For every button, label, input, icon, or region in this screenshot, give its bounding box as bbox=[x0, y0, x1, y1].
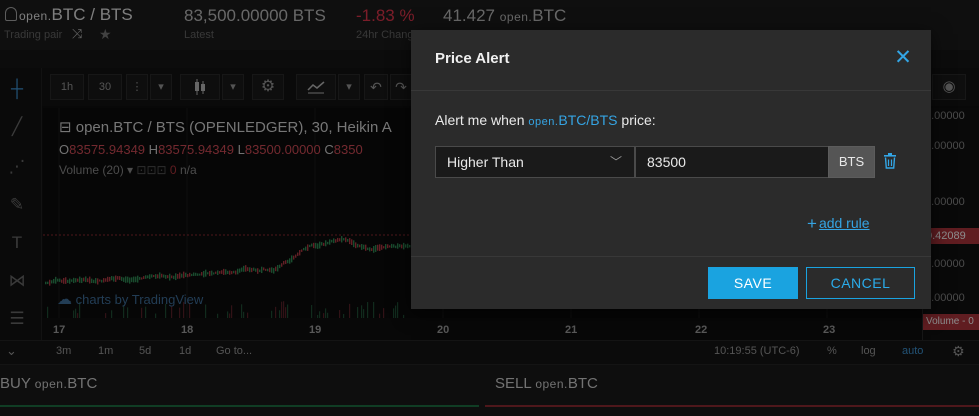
condition-select[interactable]: Higher Than ﹀ bbox=[435, 146, 635, 178]
modal-header-divider bbox=[411, 90, 931, 91]
modal-title: Price Alert bbox=[435, 50, 510, 67]
price-unit-addon: BTS bbox=[828, 146, 875, 178]
add-rule-link[interactable]: + add rule bbox=[807, 214, 870, 234]
trash-icon[interactable] bbox=[883, 153, 897, 169]
price-input[interactable]: 83500 bbox=[635, 146, 829, 178]
chevron-down-icon: ﹀ bbox=[609, 155, 622, 169]
cancel-button[interactable]: CANCEL bbox=[806, 267, 915, 299]
condition-value: Higher Than bbox=[447, 154, 524, 170]
price-alert-modal: Price Alert ✕ Alert me when open.BTC/BTS… bbox=[411, 30, 931, 309]
add-rule-text: add rule bbox=[818, 215, 870, 231]
alert-pair-link[interactable]: open.BTC/BTS bbox=[528, 112, 617, 128]
close-icon[interactable]: ✕ bbox=[893, 47, 913, 68]
save-button[interactable]: SAVE bbox=[708, 267, 798, 299]
alert-pair-name: BTC/BTS bbox=[558, 112, 618, 128]
alert-prefix-text: Alert me when bbox=[435, 112, 525, 128]
alert-description: Alert me when open.BTC/BTS price: bbox=[435, 112, 656, 128]
alert-pair-prefix: open. bbox=[528, 116, 559, 128]
modal-footer-divider bbox=[411, 256, 931, 257]
alert-suffix-text: price: bbox=[621, 112, 656, 128]
plus-icon: + bbox=[807, 214, 817, 233]
